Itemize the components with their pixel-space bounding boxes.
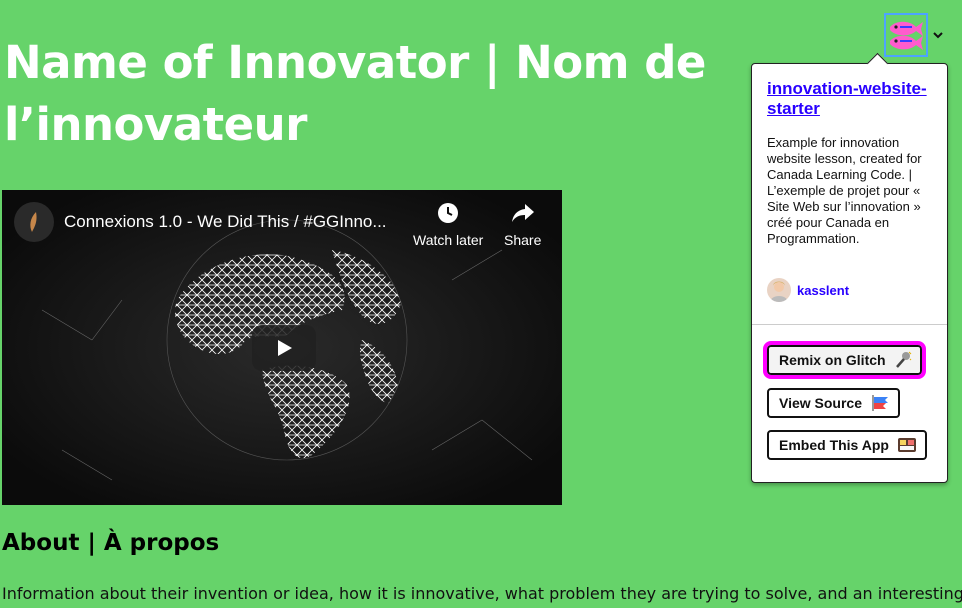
about-text: Information about their invention or ide…	[2, 584, 962, 603]
watch-later-button[interactable]: Watch later	[413, 202, 483, 248]
share-label: Share	[504, 232, 542, 248]
carp-streamer-icon	[870, 394, 890, 412]
microphone-icon	[894, 351, 912, 369]
glitch-menu-toggle[interactable]	[884, 13, 950, 57]
remix-button-label: Remix on Glitch	[779, 352, 886, 368]
video-title[interactable]: Connexions 1.0 - We Did This / #GGInno..…	[64, 212, 404, 232]
glitch-project-popover: innovation-website-starter Example for i…	[751, 63, 948, 483]
play-icon	[278, 340, 292, 356]
divider	[752, 324, 947, 325]
bento-box-icon	[897, 436, 917, 454]
share-arrow-icon	[504, 202, 541, 226]
author-name: kasslent	[797, 282, 850, 298]
embed-app-label: Embed This App	[779, 437, 889, 453]
channel-avatar[interactable]	[14, 202, 54, 242]
clock-icon	[413, 202, 483, 226]
share-button[interactable]: Share	[504, 202, 541, 248]
youtube-video-player[interactable]: Connexions 1.0 - We Did This / #GGInno..…	[2, 190, 562, 505]
avatar	[767, 278, 791, 302]
view-source-label: View Source	[779, 395, 863, 411]
project-name-link[interactable]: innovation-website-starter	[767, 79, 937, 119]
glitch-fish-logo-icon	[884, 13, 928, 57]
page-title: Name of Innovator | Nom de l’innovateur	[4, 36, 706, 151]
author-link[interactable]: kasslent	[767, 278, 849, 302]
watch-later-label: Watch later	[413, 232, 484, 248]
embed-app-button[interactable]: Embed This App	[767, 430, 927, 460]
view-source-button[interactable]: View Source	[767, 388, 901, 418]
project-description: Example for innovation website lesson, c…	[767, 135, 922, 246]
remix-on-glitch-button[interactable]: Remix on Glitch	[763, 341, 926, 379]
play-button[interactable]	[252, 325, 316, 371]
about-heading: About | À propos	[2, 530, 220, 556]
chevron-down-icon	[933, 32, 943, 39]
